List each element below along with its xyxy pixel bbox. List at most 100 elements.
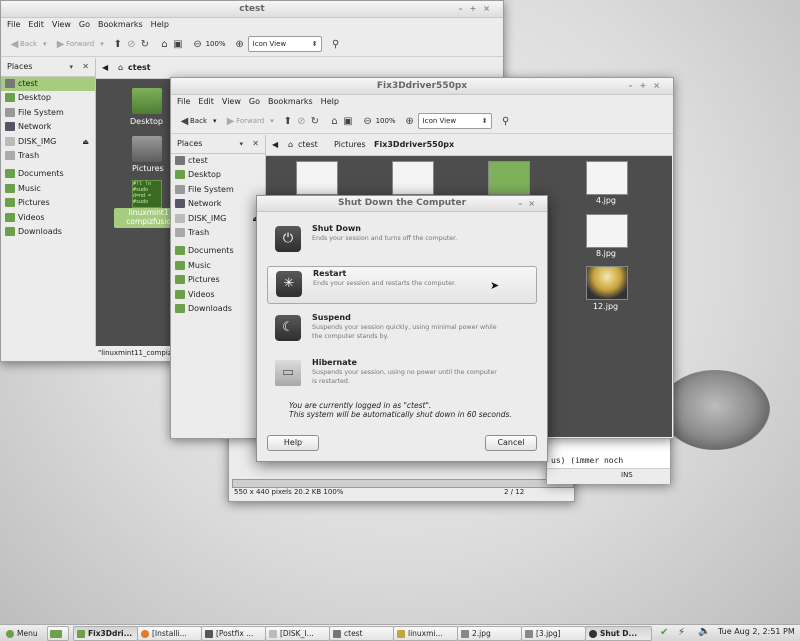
image-thumbnail-selected[interactable]: [488, 161, 530, 195]
window-controls[interactable]: –+×: [629, 78, 667, 94]
file-label-8[interactable]: 8.jpg: [596, 249, 616, 258]
menu-view[interactable]: View: [222, 97, 241, 106]
update-shield-icon[interactable]: ✔: [660, 627, 668, 638]
sidebar-item-disk-img[interactable]: DISK_IMG⏏: [1, 135, 95, 149]
location-crumb[interactable]: ctest: [128, 58, 151, 78]
cancel-button[interactable]: Cancel: [485, 435, 537, 451]
network-tray-icon[interactable]: ⚡: [678, 627, 685, 638]
view-mode-select[interactable]: Icon View: [247, 36, 322, 52]
places-dropdown-icon[interactable]: ▾: [239, 135, 243, 153]
computer-icon[interactable]: ▣: [342, 116, 353, 127]
back-dropdown-icon[interactable]: ▾: [43, 32, 47, 56]
sidebar-item-music[interactable]: Music: [171, 259, 265, 273]
desktop-folder-icon[interactable]: [132, 88, 162, 114]
sidebar-item-file-system[interactable]: File System: [171, 183, 265, 197]
close-sidebar-icon[interactable]: ✕: [82, 58, 89, 76]
image-thumbnail-12[interactable]: [586, 266, 628, 300]
restart-option[interactable]: ✳ Restart Ends your session and restarts…: [267, 266, 537, 304]
view-mode-select[interactable]: Icon View: [417, 113, 492, 129]
taskbar-item-active[interactable]: Shut D...: [585, 626, 652, 641]
help-button[interactable]: Help: [267, 435, 319, 451]
taskbar-item[interactable]: [Installi...: [137, 626, 202, 641]
sidebar-item-videos[interactable]: Videos: [1, 211, 95, 225]
volume-icon[interactable]: 🔈: [698, 626, 710, 637]
stop-icon[interactable]: ⊘: [296, 116, 307, 127]
up-arrow-icon[interactable]: ⬆: [282, 116, 293, 127]
zoom-out-icon[interactable]: ⊖: [362, 116, 373, 127]
shutdown-option[interactable]: ⏻ Shut Down Ends your session and turns …: [267, 222, 535, 258]
script-file-icon[interactable]: #!l !n #sudo d=nd = #sudo: [132, 180, 162, 208]
forward-dropdown-icon[interactable]: ▾: [270, 109, 274, 133]
back-button[interactable]: Back: [190, 109, 207, 133]
sidebar-item-trash[interactable]: Trash: [171, 226, 265, 240]
computer-icon[interactable]: ▣: [172, 39, 183, 50]
menu-file[interactable]: File: [7, 20, 20, 29]
sidebar-item-file-system[interactable]: File System: [1, 106, 95, 120]
forward-dropdown-icon[interactable]: ▾: [100, 32, 104, 56]
places-header[interactable]: Places ▾ ✕: [171, 135, 265, 154]
breadcrumb-ctest[interactable]: ctest: [298, 135, 318, 155]
sidebar-item-desktop[interactable]: Desktop: [171, 168, 265, 182]
sidebar-item-downloads[interactable]: Downloads: [1, 225, 95, 239]
image-thumbnail-8[interactable]: [586, 214, 628, 248]
sidebar-item-documents[interactable]: Documents: [171, 244, 265, 258]
menu-go[interactable]: Go: [249, 97, 260, 106]
home-icon[interactable]: ⌂: [329, 116, 340, 127]
image-thumbnail[interactable]: [392, 161, 434, 195]
sidebar-item-disk-img[interactable]: DISK_IMG⏏: [171, 212, 265, 226]
up-arrow-icon[interactable]: ⬆: [112, 39, 123, 50]
sidebar-item-ctest[interactable]: ctest: [1, 77, 95, 92]
menu-view[interactable]: View: [52, 20, 71, 29]
forward-button[interactable]: Forward: [236, 109, 264, 133]
stop-icon[interactable]: ⊘: [126, 39, 137, 50]
sidebar-item-videos[interactable]: Videos: [171, 288, 265, 302]
breadcrumb-current[interactable]: Fix3Ddriver550px: [374, 135, 454, 155]
sidebar-item-downloads[interactable]: Downloads: [171, 302, 265, 316]
menu-go[interactable]: Go: [79, 20, 90, 29]
menu-edit[interactable]: Edit: [198, 97, 214, 106]
file-label-12[interactable]: 12.jpg: [593, 302, 618, 311]
breadcrumb-pictures[interactable]: Pictures: [334, 135, 366, 155]
sidebar-item-ctest[interactable]: ctest: [171, 154, 265, 168]
sidebar-item-music[interactable]: Music: [1, 182, 95, 196]
window-titlebar[interactable]: ctest –+×: [1, 1, 503, 18]
show-desktop-icon[interactable]: [47, 626, 69, 641]
menu-bookmarks[interactable]: Bookmarks: [268, 97, 313, 106]
reload-icon[interactable]: ↻: [309, 116, 320, 127]
zoom-in-icon[interactable]: ⊕: [404, 116, 415, 127]
home-icon[interactable]: ⌂: [159, 39, 170, 50]
menu-help[interactable]: Help: [321, 97, 339, 106]
menu-edit[interactable]: Edit: [28, 20, 44, 29]
taskbar-item[interactable]: [DISK_I...: [265, 626, 330, 641]
taskbar-item[interactable]: linuxmi...: [393, 626, 458, 641]
close-sidebar-icon[interactable]: ✕: [252, 135, 259, 153]
taskbar-item[interactable]: [3.jpg]: [521, 626, 586, 641]
dialog-controls[interactable]: –×: [518, 196, 541, 211]
file-label-4[interactable]: 4.jpg: [596, 196, 616, 205]
back-dropdown-icon[interactable]: ▾: [213, 109, 217, 133]
taskbar-item[interactable]: [Postfix ...: [201, 626, 266, 641]
zoom-out-icon[interactable]: ⊖: [192, 39, 203, 50]
zoom-in-icon[interactable]: ⊕: [234, 39, 245, 50]
clock[interactable]: Tue Aug 2, 2:51 PM: [718, 627, 795, 636]
taskbar-item[interactable]: Fix3Ddri...: [73, 626, 138, 641]
search-icon[interactable]: ⚲: [330, 39, 341, 50]
location-back-icon[interactable]: ◀: [102, 58, 108, 78]
back-button[interactable]: Back: [20, 32, 37, 56]
suspend-option[interactable]: ☾ Suspend Suspends your session quickly,…: [267, 311, 535, 347]
taskbar-item[interactable]: ctest: [329, 626, 394, 641]
sidebar-item-network[interactable]: Network: [171, 197, 265, 211]
menu-file[interactable]: File: [177, 97, 190, 106]
places-header[interactable]: Places ▾ ✕: [1, 58, 95, 77]
menu-button[interactable]: Menu: [2, 626, 49, 641]
menu-bookmarks[interactable]: Bookmarks: [98, 20, 143, 29]
pictures-folder-label[interactable]: Pictures: [132, 164, 164, 173]
menu-help[interactable]: Help: [151, 20, 169, 29]
reload-icon[interactable]: ↻: [139, 39, 150, 50]
dialog-titlebar[interactable]: Shut Down the Computer –×: [257, 196, 547, 212]
forward-button[interactable]: Forward: [66, 32, 94, 56]
sidebar-item-trash[interactable]: Trash: [1, 149, 95, 163]
image-thumbnail[interactable]: [296, 161, 338, 195]
window-titlebar[interactable]: Fix3Ddriver550px –+×: [171, 78, 673, 95]
places-dropdown-icon[interactable]: ▾: [69, 58, 73, 76]
